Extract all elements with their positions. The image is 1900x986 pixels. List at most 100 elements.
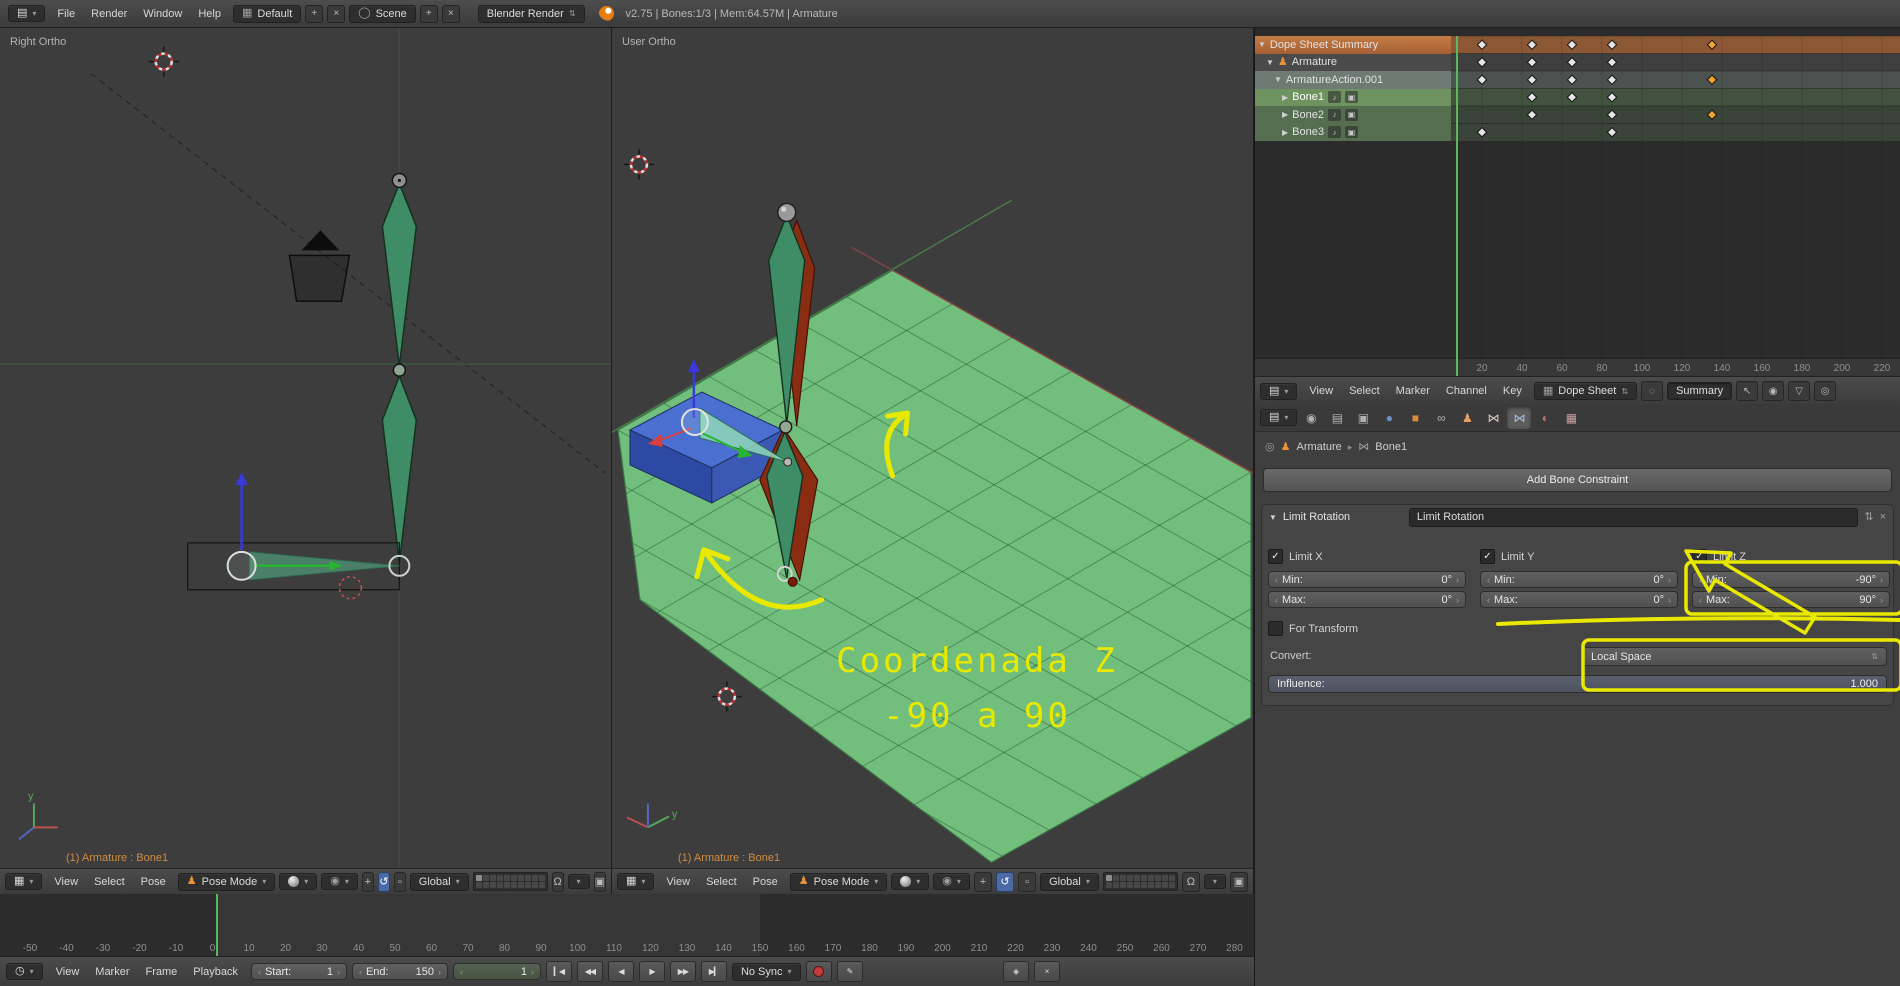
menu-select[interactable]: Select: [698, 873, 745, 891]
mode-select[interactable]: ♟Pose Mode▾: [178, 873, 276, 891]
menu-select[interactable]: Select: [1341, 382, 1388, 400]
editor-type-select[interactable]: ▤▾: [1260, 409, 1297, 426]
menu-key[interactable]: Key: [1495, 382, 1530, 400]
menu-window[interactable]: Window: [135, 5, 190, 23]
prev-keyframe-button[interactable]: ◀◀: [577, 961, 603, 982]
show-hidden-button[interactable]: ◉: [1762, 381, 1784, 401]
layer-cell[interactable]: [525, 875, 531, 881]
menu-render[interactable]: Render: [83, 5, 135, 23]
stepper-left-icon[interactable]: ‹: [1487, 595, 1490, 605]
layer-cell[interactable]: [497, 875, 503, 881]
timeline-ruler[interactable]: -50-40-30-20-100102030405060708090100110…: [0, 894, 1254, 958]
layer-cell[interactable]: [497, 882, 503, 888]
constraint-delete-button[interactable]: ×: [1880, 512, 1886, 523]
layer-cell[interactable]: [1127, 875, 1133, 881]
scene-delete-button[interactable]: ×: [442, 5, 460, 23]
limit-y-min-field[interactable]: ‹Min:0°›: [1480, 571, 1678, 588]
editor-type-select[interactable]: ▦▾: [5, 873, 42, 890]
current-frame-line[interactable]: [216, 894, 218, 957]
layer-cell[interactable]: [1113, 882, 1119, 888]
layer-cell[interactable]: [1127, 882, 1133, 888]
info-editor-select[interactable]: ▤▾: [8, 5, 45, 22]
menu-marker[interactable]: Marker: [87, 963, 137, 981]
manipulator-scale-button[interactable]: ▫: [1018, 872, 1036, 892]
layer-cell[interactable]: [518, 882, 524, 888]
viewport-user-ortho[interactable]: y Coordenada Z -90 a 90 User Ortho (1) A…: [612, 28, 1254, 894]
screen-add-button[interactable]: +: [305, 5, 323, 23]
layer-cell[interactable]: [504, 882, 510, 888]
layer-cell[interactable]: [518, 875, 524, 881]
layer-cell[interactable]: [532, 875, 538, 881]
pivot-point-select[interactable]: ◉▾: [933, 873, 970, 890]
dope-sheet-editor[interactable]: ▼Dope Sheet Summary▼♟Armature▼ArmatureAc…: [1255, 28, 1900, 404]
influence-slider[interactable]: Influence:1.000: [1268, 675, 1887, 693]
layer-cell[interactable]: [1169, 882, 1175, 888]
layer-cell[interactable]: [1120, 882, 1126, 888]
stepper-left-icon[interactable]: ‹: [1699, 575, 1702, 585]
viewport-shading-select[interactable]: ▾: [279, 873, 317, 890]
camera-object[interactable]: [290, 230, 350, 301]
ghost-frames-button[interactable]: ◌: [1641, 381, 1663, 401]
mute-toggle[interactable]: ♪: [1328, 126, 1341, 138]
stepper-left-icon[interactable]: ‹: [460, 967, 463, 977]
menu-view[interactable]: View: [1301, 382, 1341, 400]
limit-z-max-field[interactable]: ‹Max:90°›: [1692, 591, 1890, 608]
layer-cell[interactable]: [483, 875, 489, 881]
scene-add-button[interactable]: +: [420, 5, 438, 23]
layer-cell[interactable]: [539, 882, 545, 888]
constraint-name-input[interactable]: Limit Rotation: [1409, 508, 1858, 527]
channel-bone2[interactable]: ▶Bone2♪▣: [1255, 106, 1451, 124]
filter-button[interactable]: ▽: [1788, 381, 1810, 401]
layer-cell[interactable]: [1155, 875, 1161, 881]
layer-cell[interactable]: [511, 882, 517, 888]
expand-toggle[interactable]: ▶: [1282, 93, 1288, 102]
tab-scene[interactable]: ▣: [1351, 407, 1375, 429]
tab-render-layers[interactable]: ▤: [1325, 407, 1349, 429]
transform-orientation-select[interactable]: Global▾: [410, 873, 469, 891]
viewport-3d-mid[interactable]: y: [612, 28, 1253, 869]
search-button[interactable]: ◎: [1814, 381, 1836, 401]
layer-cell[interactable]: [504, 875, 510, 881]
snap-magnet-button[interactable]: Ω: [1182, 872, 1200, 892]
limit-z-checkbox[interactable]: ✓: [1692, 549, 1707, 564]
channel-dope-sheet-summary[interactable]: ▼Dope Sheet Summary: [1255, 36, 1451, 54]
layer-cell[interactable]: [525, 882, 531, 888]
menu-pose[interactable]: Pose: [133, 873, 174, 891]
lock-toggle[interactable]: ▣: [1345, 126, 1358, 138]
manipulator-rotate-button[interactable]: ↺: [378, 872, 390, 892]
channel-bone1[interactable]: ▶Bone1♪▣: [1255, 89, 1451, 107]
menu-marker[interactable]: Marker: [1388, 382, 1438, 400]
menu-select[interactable]: Select: [86, 873, 133, 891]
opengl-render-button[interactable]: ▣: [1230, 872, 1248, 892]
layer-cell[interactable]: [1120, 875, 1126, 881]
layer-cell[interactable]: [1155, 882, 1161, 888]
delete-keyframe-button[interactable]: ×: [1034, 961, 1060, 982]
timeline-editor[interactable]: -50-40-30-20-100102030405060708090100110…: [0, 894, 1254, 986]
frame-end-field[interactable]: ‹End:150›: [352, 963, 448, 980]
auto-keyframe-record-button[interactable]: [806, 961, 832, 982]
layer-cell[interactable]: [1113, 875, 1119, 881]
tab-bone[interactable]: ⋈: [1481, 407, 1505, 429]
keying-set-button[interactable]: ✎: [837, 961, 863, 982]
stepper-right-icon[interactable]: ›: [337, 967, 340, 977]
channel-armature[interactable]: ▼♟Armature: [1255, 54, 1451, 72]
stepper-left-icon[interactable]: ‹: [1275, 595, 1278, 605]
ground-plane[interactable]: [618, 270, 1251, 862]
limit-y-max-field[interactable]: ‹Max:0°›: [1480, 591, 1678, 608]
menu-pose[interactable]: Pose: [745, 873, 786, 891]
stepper-right-icon[interactable]: ›: [1456, 575, 1459, 585]
expand-toggle[interactable]: ▼: [1274, 75, 1282, 84]
layer-cell[interactable]: [1134, 882, 1140, 888]
menu-view[interactable]: View: [48, 963, 88, 981]
snap-magnet-button[interactable]: Ω: [552, 872, 564, 892]
screen-delete-button[interactable]: ×: [327, 5, 345, 23]
transform-orientation-select[interactable]: Global▾: [1040, 873, 1099, 891]
expand-toggle[interactable]: ▼: [1269, 513, 1277, 522]
dope-sheet-mode-select[interactable]: ▦Dope Sheet⇅: [1534, 382, 1637, 400]
bone2-octahedron[interactable]: [382, 376, 416, 563]
bone-head-selected-ring[interactable]: [228, 552, 256, 580]
layer-cell[interactable]: [476, 875, 482, 881]
breadcrumb-object[interactable]: Armature: [1296, 441, 1341, 453]
keyframe-area[interactable]: [1451, 36, 1900, 358]
mute-toggle[interactable]: ♪: [1328, 91, 1341, 103]
